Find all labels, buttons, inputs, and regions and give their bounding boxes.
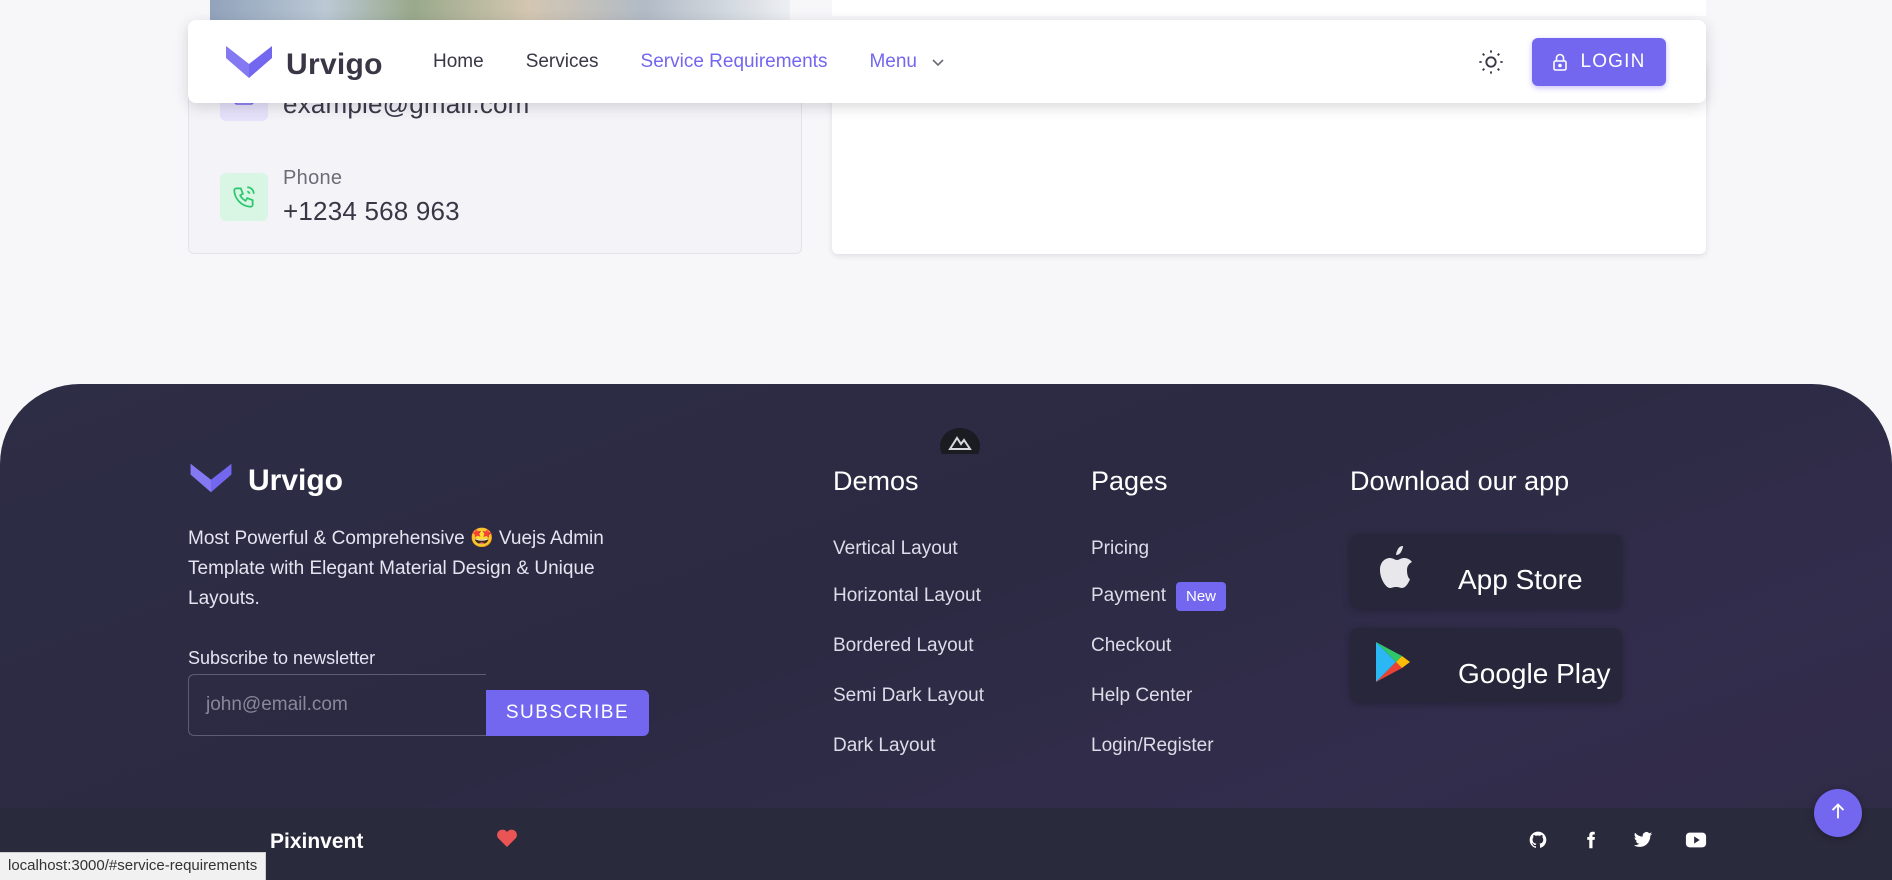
phone-icon — [220, 173, 268, 221]
youtube-icon[interactable] — [1682, 826, 1710, 854]
app-store-button[interactable]: App Store — [1350, 534, 1622, 608]
footer-demos-column: Demos Vertical Layout Horizontal Layout … — [833, 466, 984, 771]
footer: Urvigo Most Powerful & Comprehensive 🤩 V… — [0, 384, 1892, 880]
chevron-down-icon — [931, 52, 945, 74]
download-title: Download our app — [1350, 466, 1570, 496]
subscribe-label: Subscribe to newsletter — [188, 648, 376, 668]
footer-brand-name: Urvigo — [248, 463, 344, 497]
card-top-strip — [832, 0, 1706, 16]
brand-link[interactable]: Urvigo — [226, 44, 383, 85]
google-play-label: Google Play — [1458, 658, 1611, 689]
page-link-login-register[interactable]: Login/Register — [1091, 721, 1226, 771]
nuxt-devtools-icon[interactable] — [938, 424, 982, 464]
contact-phone-row: Phone +1234 568 963 — [220, 167, 460, 227]
demo-link-bordered[interactable]: Bordered Layout — [833, 621, 984, 671]
urvigo-logo-icon — [226, 44, 272, 85]
new-badge: New — [1175, 581, 1226, 611]
brand-name: Urvigo — [286, 47, 383, 81]
login-button[interactable]: LOGIN — [1532, 38, 1666, 86]
footer-pages-column: Pages Pricing Payment New Checkout Help … — [1091, 466, 1226, 771]
contact-phone-value: +1234 568 963 — [283, 196, 460, 226]
subscribe-email-input[interactable]: john@email.com — [188, 674, 486, 736]
facebook-icon[interactable] — [1577, 826, 1605, 854]
browser-status-url: localhost:3000/#service-requirements — [0, 852, 267, 880]
subscribe-button[interactable]: SUBSCRIBE — [486, 690, 649, 736]
demo-link-horizontal[interactable]: Horizontal Layout — [833, 571, 984, 621]
page-link-help-center[interactable]: Help Center — [1091, 671, 1226, 721]
page-link-payment-label: Payment — [1091, 585, 1166, 606]
footer-download-column: Download our app — [1350, 466, 1569, 497]
apple-icon — [1374, 546, 1414, 597]
login-label: LOGIN — [1580, 51, 1646, 72]
footer-description: Most Powerful & Comprehensive 🤩 Vuejs Ad… — [188, 524, 648, 614]
nav-menu-dropdown[interactable]: Menu — [869, 50, 945, 74]
pixinvent-link[interactable]: Pixinvent — [270, 830, 363, 854]
scroll-to-top-button[interactable] — [1814, 789, 1862, 837]
demo-link-dark[interactable]: Dark Layout — [833, 721, 984, 771]
twitter-icon[interactable] — [1629, 826, 1657, 854]
demo-link-vertical[interactable]: Vertical Layout — [833, 527, 984, 571]
nav-links: Home Services Service Requirements Menu — [433, 50, 945, 74]
arrow-up-icon — [1827, 800, 1849, 827]
star-struck-emoji-icon: 🤩 — [469, 528, 494, 549]
google-play-icon — [1374, 640, 1412, 689]
nav-service-requirements[interactable]: Service Requirements — [641, 51, 828, 73]
footer-description-text: Most Powerful & Comprehensive — [188, 528, 465, 549]
nav-menu-label: Menu — [869, 51, 917, 72]
demos-title: Demos — [833, 466, 919, 496]
hero-image-strip — [210, 0, 790, 22]
demo-link-semi-dark[interactable]: Semi Dark Layout — [833, 671, 984, 721]
footer-bottom-bar: Pixinvent — [0, 808, 1892, 880]
sun-icon[interactable] — [1475, 46, 1507, 78]
footer-brand[interactable]: Urvigo — [188, 462, 343, 499]
page-link-payment[interactable]: Payment New — [1091, 571, 1226, 621]
page-link-checkout[interactable]: Checkout — [1091, 621, 1226, 671]
app-store-label: App Store — [1458, 564, 1583, 595]
urvigo-logo-icon — [188, 462, 234, 499]
nav-services[interactable]: Services — [526, 51, 599, 73]
page-link-pricing[interactable]: Pricing — [1091, 527, 1226, 571]
lock-icon — [1552, 53, 1568, 71]
contact-phone-label: Phone — [283, 167, 343, 189]
top-navbar: Urvigo Home Services Service Requirement… — [188, 20, 1706, 103]
nav-home[interactable]: Home — [433, 51, 484, 73]
github-icon[interactable] — [1524, 826, 1552, 854]
google-play-button[interactable]: Google Play — [1350, 628, 1622, 702]
heart-icon — [496, 828, 518, 853]
pages-title: Pages — [1091, 466, 1168, 496]
